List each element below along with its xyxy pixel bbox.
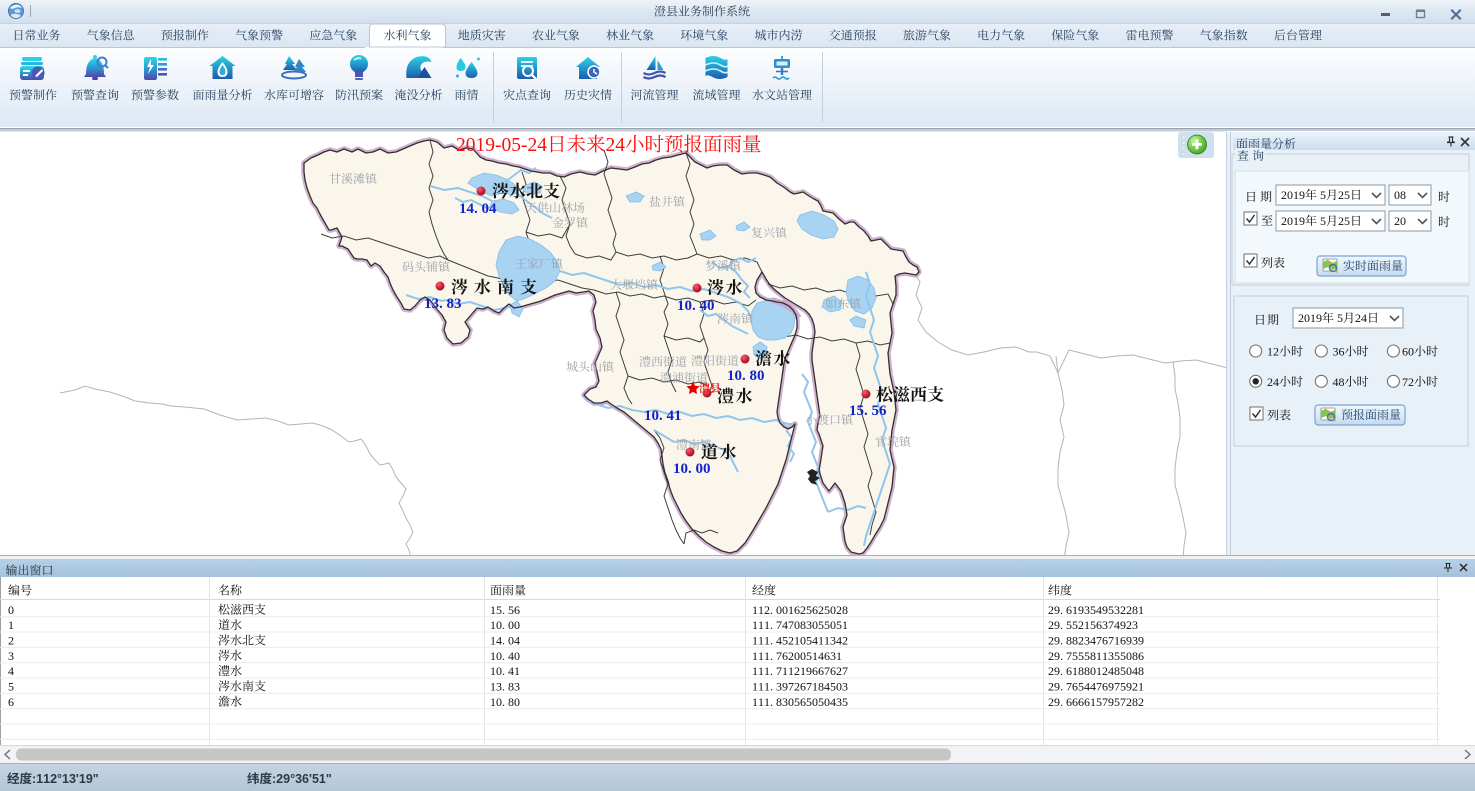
svg-text:76200514631: 76200514631 <box>776 649 842 663</box>
svg-text:13.: 13. <box>424 296 443 312</box>
svg-text:001625625028: 001625625028 <box>776 603 848 617</box>
svg-text:8823476716939: 8823476716939 <box>1066 634 1144 648</box>
svg-text:5: 5 <box>1320 214 1326 228</box>
svg-text:2019: 2019 <box>1298 311 1322 325</box>
svg-text:5: 5 <box>8 679 14 693</box>
svg-text:60: 60 <box>1402 345 1414 359</box>
svg-text:10.: 10. <box>490 664 505 678</box>
svg-text:29.: 29. <box>1048 695 1063 709</box>
svg-text:6666157957282: 6666157957282 <box>1066 695 1144 709</box>
svg-text:24: 24 <box>1355 311 1367 325</box>
svg-text:72: 72 <box>1402 375 1414 389</box>
svg-text:48: 48 <box>1333 375 1345 389</box>
svg-text:747083055051: 747083055051 <box>776 618 848 632</box>
svg-text:40: 40 <box>508 649 520 663</box>
svg-text:29.: 29. <box>1048 664 1063 678</box>
svg-text:29.: 29. <box>1048 679 1063 693</box>
svg-text:83: 83 <box>508 679 520 693</box>
svg-text:08: 08 <box>1394 188 1406 202</box>
svg-text:29.: 29. <box>1048 603 1063 617</box>
svg-text:15.: 15. <box>490 603 505 617</box>
svg-text:24: 24 <box>1267 375 1279 389</box>
svg-text:111.: 111. <box>752 634 773 648</box>
svg-text:2019-05-24: 2019-05-24 <box>456 135 547 156</box>
svg-text:04: 04 <box>482 201 498 217</box>
svg-text:41: 41 <box>508 664 520 678</box>
svg-text:711219667627: 711219667627 <box>776 664 848 678</box>
svg-text:14.: 14. <box>490 634 505 648</box>
svg-text:10.: 10. <box>677 298 696 314</box>
svg-text:04: 04 <box>508 634 520 648</box>
svg-text:00: 00 <box>696 461 711 477</box>
svg-text:111.: 111. <box>752 649 773 663</box>
svg-text:80: 80 <box>750 368 765 384</box>
svg-text:13.: 13. <box>490 679 505 693</box>
svg-text:41: 41 <box>667 408 682 424</box>
svg-text:25: 25 <box>1338 188 1350 202</box>
svg-text:2: 2 <box>8 634 14 648</box>
svg-text::112°13'19": :112°13'19" <box>32 772 99 786</box>
svg-text:29.: 29. <box>1048 634 1063 648</box>
svg-text:5: 5 <box>1337 311 1343 325</box>
svg-text:10.: 10. <box>490 649 505 663</box>
svg-text:5: 5 <box>1320 188 1326 202</box>
svg-text:00: 00 <box>508 618 520 632</box>
svg-text:2019: 2019 <box>1281 188 1305 202</box>
svg-text:2019: 2019 <box>1281 214 1305 228</box>
svg-text:111.: 111. <box>752 695 773 709</box>
svg-text:12: 12 <box>1267 345 1279 359</box>
svg-text:10.: 10. <box>727 368 746 384</box>
svg-text:7555811355086: 7555811355086 <box>1066 649 1144 663</box>
svg-text:56: 56 <box>508 603 520 617</box>
svg-text:10.: 10. <box>490 618 505 632</box>
svg-text:111.: 111. <box>752 618 773 632</box>
svg-text:6: 6 <box>8 695 14 709</box>
svg-text:10.: 10. <box>644 408 663 424</box>
svg-text:83: 83 <box>447 296 462 312</box>
svg-text:3: 3 <box>8 649 14 663</box>
svg-text:14.: 14. <box>459 201 478 217</box>
svg-text:6188012485048: 6188012485048 <box>1066 664 1144 678</box>
svg-text:29.: 29. <box>1048 649 1063 663</box>
svg-text:36: 36 <box>1333 345 1345 359</box>
svg-text:20: 20 <box>1394 214 1406 228</box>
svg-text:24: 24 <box>606 135 626 156</box>
svg-text:112.: 112. <box>752 603 773 617</box>
svg-text:1: 1 <box>8 618 14 632</box>
svg-text:80: 80 <box>508 695 520 709</box>
svg-text:29.: 29. <box>1048 618 1063 632</box>
svg-text:6193549532281: 6193549532281 <box>1066 603 1144 617</box>
svg-text::29°36'51": :29°36'51" <box>272 772 332 786</box>
svg-text:830565050435: 830565050435 <box>776 695 848 709</box>
svg-text:397267184503: 397267184503 <box>776 679 848 693</box>
svg-text:40: 40 <box>700 298 715 314</box>
svg-text:552156374923: 552156374923 <box>1066 618 1138 632</box>
svg-text:111.: 111. <box>752 679 773 693</box>
svg-text:111.: 111. <box>752 664 773 678</box>
svg-text:7654476975921: 7654476975921 <box>1066 679 1144 693</box>
svg-text:10.: 10. <box>673 461 692 477</box>
svg-text:0: 0 <box>8 603 14 617</box>
svg-text:4: 4 <box>8 664 14 678</box>
svg-text:10.: 10. <box>490 695 505 709</box>
svg-text:452105411342: 452105411342 <box>776 634 848 648</box>
svg-text:15.: 15. <box>849 403 868 419</box>
svg-text:56: 56 <box>872 403 888 419</box>
svg-text:25: 25 <box>1338 214 1350 228</box>
